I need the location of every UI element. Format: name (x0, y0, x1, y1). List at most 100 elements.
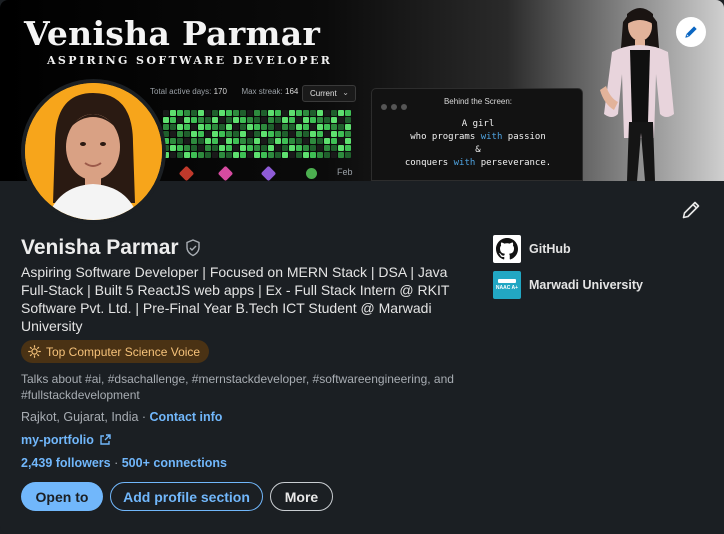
heatmap-cell (170, 145, 176, 151)
shield-check-icon[interactable] (185, 239, 201, 257)
heatmap-cell (226, 152, 232, 158)
heatmap-cell (212, 110, 218, 116)
heatmap-cell (184, 131, 190, 137)
external-link-icon (99, 434, 111, 446)
heatmap-cell (198, 117, 204, 123)
heatmap-cell (254, 145, 260, 151)
pencil-icon (682, 201, 700, 219)
heatmap-cell (282, 138, 288, 144)
heatmap-cell (324, 117, 330, 123)
heatmap-cell (324, 124, 330, 130)
heatmap-cell (310, 124, 316, 130)
heatmap-cell (226, 138, 232, 144)
top-voice-badge[interactable]: Top Computer Science Voice (21, 340, 210, 363)
contact-info-link[interactable]: Contact info (150, 410, 223, 424)
heatmap-cell (310, 131, 316, 137)
university-link[interactable]: NAAC A+ Marwadi University (493, 271, 643, 299)
talks-about: Talks about #ai, #dsachallenge, #mernsta… (21, 372, 454, 402)
heatmap-cell (233, 124, 239, 130)
heatmap-cell (219, 152, 225, 158)
max-streak-label: Max streak: (241, 87, 283, 96)
heatmap-cell (233, 152, 239, 158)
heatmap-cell (163, 110, 169, 116)
connections-link[interactable]: 500+ connections (122, 456, 227, 470)
heatmap-cell (177, 145, 183, 151)
heatmap-cell (177, 117, 183, 123)
heatmap-cell (324, 110, 330, 116)
heatmap-cell (254, 117, 260, 123)
heatmap-cell (317, 131, 323, 137)
terminal-text: A girl who programs with passion & conqu… (372, 118, 584, 170)
heatmap-cell (296, 145, 302, 151)
profile-photo (25, 83, 162, 220)
heatmap-cell (212, 117, 218, 123)
heatmap-cell (268, 152, 274, 158)
heatmap-cell (177, 138, 183, 144)
heatmap-cell (170, 131, 176, 137)
heatmap-cell (191, 138, 197, 144)
heatmap-cell (240, 131, 246, 137)
heatmap-cell (338, 145, 344, 151)
edit-banner-button[interactable] (676, 17, 706, 47)
heatmap-cell (240, 145, 246, 151)
heatmap-cell (338, 152, 344, 158)
heatmap-cell (296, 117, 302, 123)
heatmap-cell (345, 131, 351, 137)
heatmap-cell (282, 152, 288, 158)
heatmap-cell (226, 131, 232, 137)
heatmap-cell (275, 131, 281, 137)
network-row: 2,439 followers · 500+ connections (21, 456, 227, 470)
heatmap-cell (247, 124, 253, 130)
heatmap-cell (317, 152, 323, 158)
heatmap-cell (240, 110, 246, 116)
heatmap-cell (219, 117, 225, 123)
heatmap-cell (317, 124, 323, 130)
heatmap-cell (296, 110, 302, 116)
heatmap-cell (261, 117, 267, 123)
banner-name: Venisha Parmar (24, 14, 321, 53)
heatmap-cell (240, 124, 246, 130)
heatmap-cell (324, 138, 330, 144)
heatmap-cell (219, 110, 225, 116)
heatmap-cell (324, 145, 330, 151)
heatmap-cell (275, 138, 281, 144)
heatmap-cell (212, 152, 218, 158)
university-label: Marwadi University (529, 278, 643, 292)
heatmap-cell (261, 131, 267, 137)
avatar[interactable] (21, 79, 166, 224)
heatmap-cell (184, 124, 190, 130)
github-link[interactable]: GitHub (493, 235, 571, 263)
heatmap-cell (324, 131, 330, 137)
heatmap-cell (184, 145, 190, 151)
heatmap-cell (282, 117, 288, 123)
open-to-button[interactable]: Open to (21, 482, 103, 511)
heatmap-cell (247, 117, 253, 123)
heatmap-cell (331, 152, 337, 158)
heatmap-cell (205, 110, 211, 116)
heatmap-cell (191, 110, 197, 116)
more-button[interactable]: More (270, 482, 333, 511)
pencil-icon (685, 26, 697, 38)
heatmap-cell (233, 145, 239, 151)
heatmap-cell (261, 110, 267, 116)
university-logo: NAAC A+ (493, 271, 521, 299)
heatmap-cell (345, 117, 351, 123)
heatmap-cell (331, 145, 337, 151)
heatmap-cell (219, 145, 225, 151)
heatmap-cell (275, 110, 281, 116)
heatmap-cell (310, 110, 316, 116)
heatmap-cell (289, 110, 295, 116)
heatmap-cell (177, 110, 183, 116)
followers-link[interactable]: 2,439 followers (21, 456, 111, 470)
heatmap-cell (198, 145, 204, 151)
heatmap-cell (177, 124, 183, 130)
profile-actions: Open to Add profile section More (21, 482, 333, 511)
edit-intro-button[interactable] (678, 197, 704, 223)
heatmap-cell (345, 145, 351, 151)
portfolio-link[interactable]: my-portfolio (21, 433, 111, 447)
heatmap-cell (317, 145, 323, 151)
heatmap-cell (310, 117, 316, 123)
chevron-down-icon: ⌄ (342, 88, 349, 97)
heatmap-cell (289, 124, 295, 130)
add-profile-section-button[interactable]: Add profile section (110, 482, 263, 511)
